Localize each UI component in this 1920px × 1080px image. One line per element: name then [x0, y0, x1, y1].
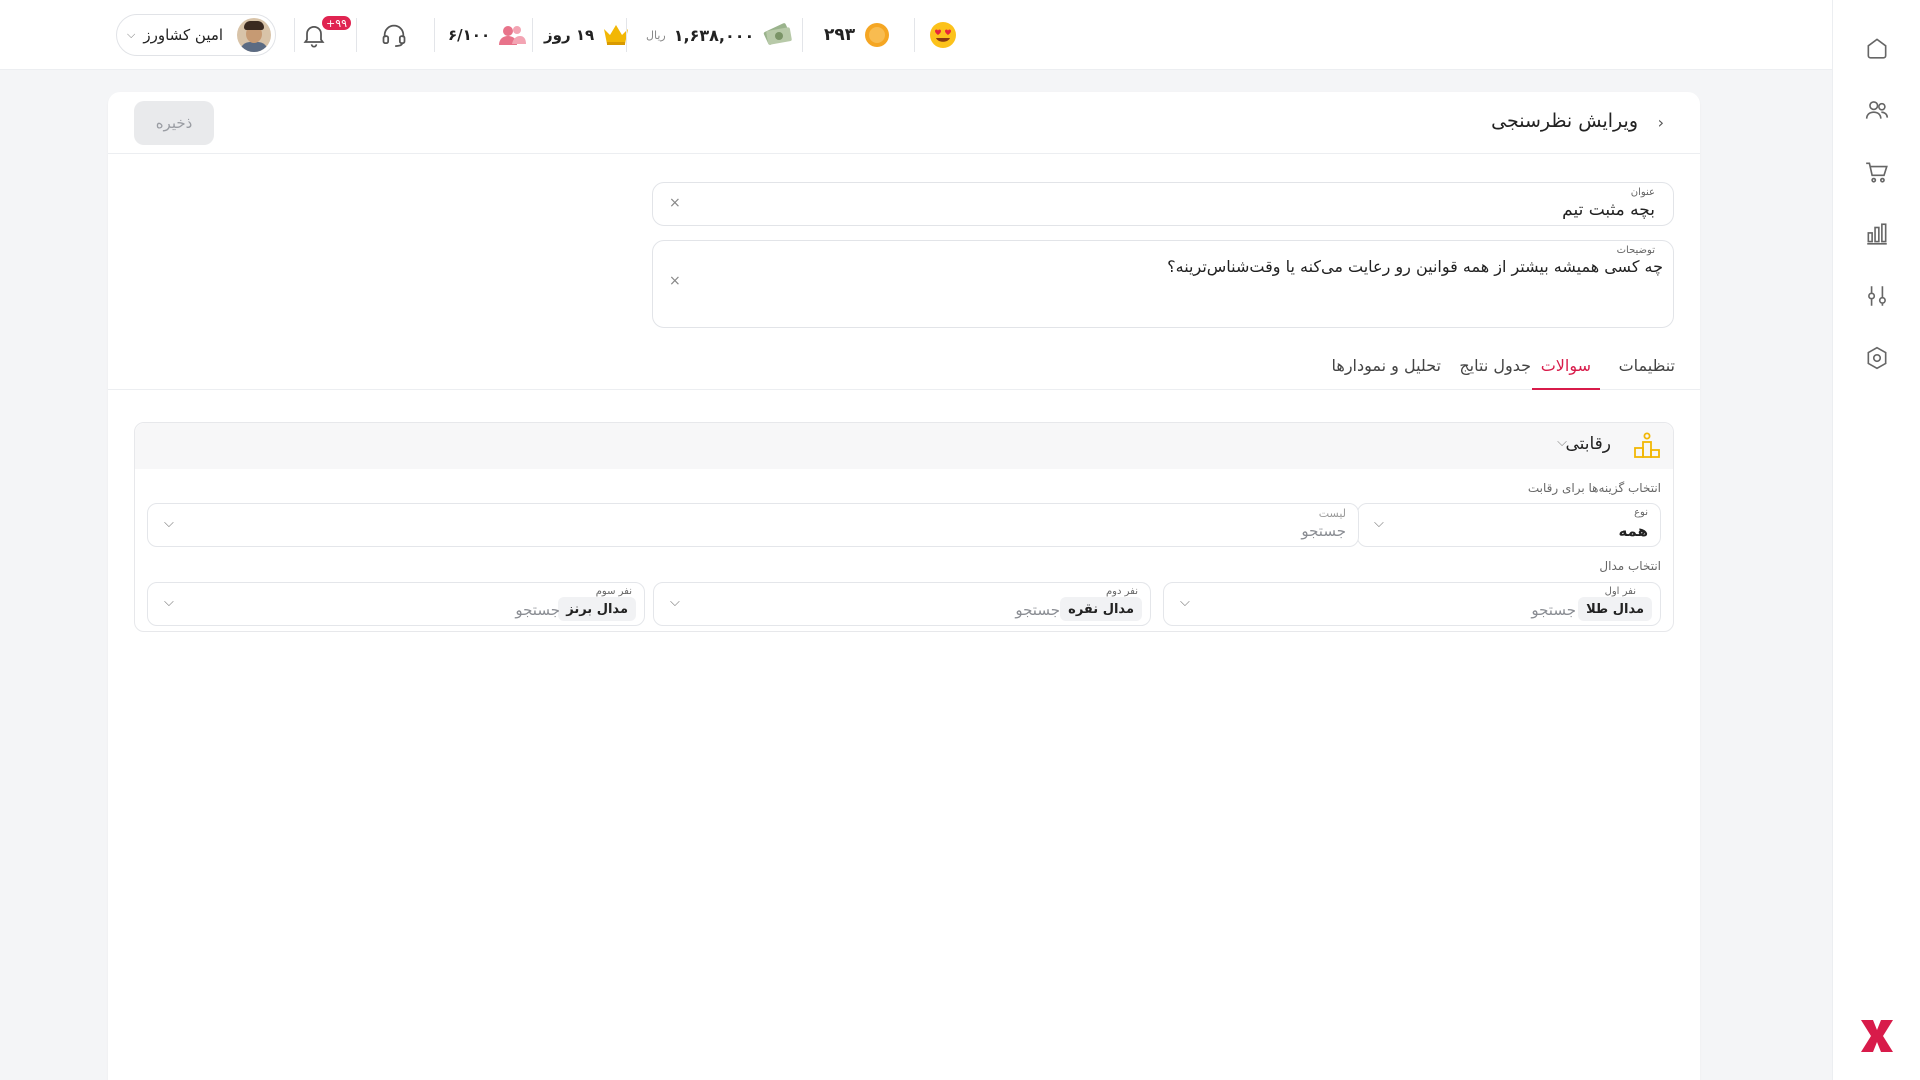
list-search-placeholder[interactable]: جستجو — [1301, 522, 1346, 540]
chevron-down-icon: ⌵ — [127, 28, 136, 41]
third-place-select[interactable]: نفر سوم مدال برنز جستجو ⌵ — [147, 582, 645, 626]
chevron-down-icon[interactable]: ⌵ — [1557, 435, 1567, 450]
description-field-value[interactable]: چه کسی همیشه بیشتر از همه قوانین رو رعای… — [1167, 257, 1663, 276]
clear-icon[interactable]: × — [669, 195, 681, 211]
tab-results-table[interactable]: جدول نتایج — [1450, 356, 1540, 390]
sidebar-item-shop[interactable] — [1863, 158, 1891, 186]
sidebar — [1832, 0, 1920, 1080]
options-label: انتخاب گزینه‌ها برای رقابت — [1527, 481, 1661, 495]
chevron-down-icon: ⌵ — [1180, 595, 1190, 610]
second-place-select[interactable]: نفر دوم مدال نقره جستجو ⌵ — [653, 582, 1151, 626]
home-icon — [1867, 38, 1887, 59]
gold-medal-chip[interactable]: مدال طلا — [1578, 597, 1652, 621]
user-name: امین کشاورز — [143, 26, 224, 44]
headset-icon — [382, 24, 406, 47]
back-chevron-icon[interactable]: › — [1658, 113, 1664, 132]
sidebar-item-settings[interactable] — [1863, 344, 1891, 372]
description-field-label: توضیحات — [1616, 245, 1655, 256]
mood-button[interactable] — [928, 0, 958, 70]
silver-medal-chip[interactable]: مدال نقره — [1060, 597, 1142, 621]
tab-settings[interactable]: تنظیمات — [1610, 356, 1684, 390]
wallet-balance[interactable]: ۱,۶۳۸,۰۰۰ ریال — [646, 0, 794, 70]
tab-analytics[interactable]: تحلیل و نمودارها — [1323, 356, 1451, 390]
type-select-value: همه — [1618, 522, 1648, 540]
list-select[interactable]: لیست جستجو ⌵ — [147, 503, 1359, 547]
page-title: ویرایش نظرسنجی — [1491, 110, 1638, 132]
cart-icon — [1866, 162, 1888, 183]
users-icon — [1865, 101, 1889, 119]
section-header[interactable]: رقابتی ⌵ — [135, 423, 1673, 469]
sidebar-item-reports[interactable] — [1863, 220, 1891, 248]
coins-count[interactable]: ۲۹۳ — [824, 0, 891, 70]
users-icon — [499, 26, 527, 45]
title-field-label: عنوان — [1630, 187, 1655, 198]
sidebar-item-filters[interactable] — [1863, 282, 1891, 310]
medal-label: انتخاب مدال — [1599, 559, 1661, 573]
heart-eyes-emoji-icon — [930, 22, 956, 48]
tab-bar: تنظیمات سوالات جدول نتایج تحلیل و نمودار… — [108, 348, 1700, 390]
main-card: › ویرایش نظرسنجی ذخیره عنوان بچه مثبت تی… — [108, 92, 1700, 1080]
tab-questions[interactable]: سوالات — [1531, 356, 1600, 390]
type-select[interactable]: نوع همه ⌵ — [1357, 503, 1661, 547]
sidebar-item-users[interactable] — [1863, 96, 1891, 124]
description-field[interactable]: توضیحات چه کسی همیشه بیشتر از همه قوانین… — [652, 240, 1674, 328]
app-logo — [1861, 1020, 1893, 1052]
user-menu[interactable]: امین کشاورز ⌵ — [116, 14, 276, 56]
avatar — [237, 18, 271, 52]
chevron-down-icon: ⌵ — [1374, 516, 1384, 531]
support-button[interactable] — [380, 0, 408, 70]
notifications-button[interactable] — [300, 0, 328, 70]
competitive-question-section: رقابتی ⌵ انتخاب گزینه‌ها برای رقابت نوع … — [134, 422, 1674, 632]
save-button[interactable]: ذخیره — [134, 101, 214, 145]
chevron-down-icon: ⌵ — [164, 516, 174, 531]
third-place-search-placeholder[interactable]: جستجو — [515, 601, 560, 619]
first-place-select[interactable]: نفر اول مدال طلا جستجو ⌵ — [1163, 582, 1661, 626]
title-field-value[interactable]: بچه مثبت تیم — [1562, 200, 1655, 220]
notification-badge: +۹۹ — [320, 14, 354, 32]
second-place-search-placeholder[interactable]: جستجو — [1015, 601, 1060, 619]
coin-icon — [865, 23, 890, 47]
title-field[interactable]: عنوان بچه مثبت تیم × — [652, 182, 1674, 226]
clear-icon[interactable]: × — [669, 273, 681, 289]
chevron-down-icon: ⌵ — [164, 595, 174, 610]
sidebar-item-home[interactable] — [1863, 34, 1891, 62]
first-place-search-placeholder[interactable]: جستجو — [1531, 601, 1576, 619]
podium-icon — [1634, 432, 1660, 458]
settings-sliders-icon — [1868, 286, 1886, 306]
gear-icon — [1867, 346, 1887, 370]
bronze-medal-chip[interactable]: مدال برنز — [558, 597, 636, 621]
members-count[interactable]: ۶/۱۰۰ — [448, 0, 527, 70]
section-title: رقابتی — [1565, 434, 1611, 454]
top-bar: امین کشاورز ⌵ +۹۹ ۶/۱۰۰ ۱۹ روز ۱,۶۳۸,۰۰۰… — [0, 0, 1832, 70]
chevron-down-icon: ⌵ — [670, 595, 680, 610]
subscription-days[interactable]: ۱۹ روز — [544, 0, 630, 70]
chart-icon — [1867, 223, 1887, 245]
money-icon — [764, 23, 792, 45]
card-header: › ویرایش نظرسنجی ذخیره — [108, 92, 1700, 154]
